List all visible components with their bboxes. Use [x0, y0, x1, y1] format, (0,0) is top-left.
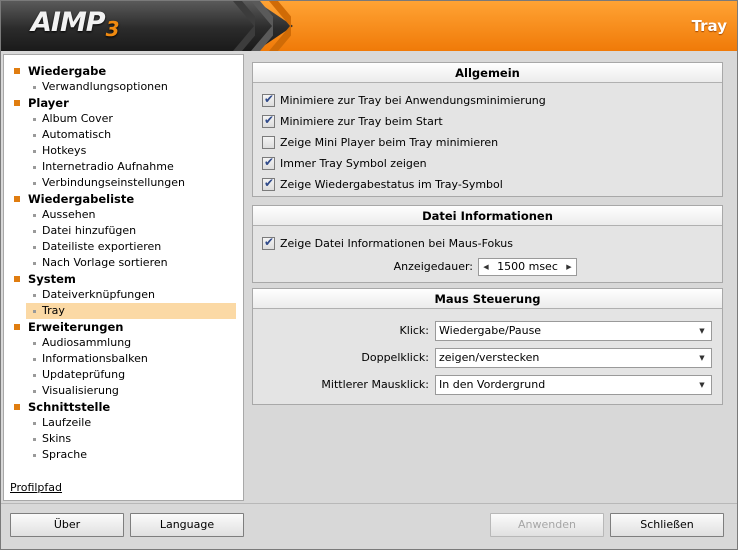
tree-item-dateiverknuepfungen[interactable]: Dateiverknüpfungen	[26, 287, 236, 303]
click-label: Klick:	[399, 324, 429, 337]
button-bar: Über Language Anwenden Schließen	[1, 503, 737, 549]
tree-item-audiosammlung[interactable]: Audiosammlung	[26, 335, 236, 351]
checkbox-minimize-on-start[interactable]: Minimiere zur Tray beim Start	[262, 113, 443, 130]
chevron-down-icon[interactable]: ▼	[694, 323, 710, 339]
arrow-left-icon[interactable]: ◀	[480, 259, 492, 275]
tree-item-internetradio-aufnahme[interactable]: Internetradio Aufnahme	[26, 159, 236, 175]
tree-item-updatepruefung[interactable]: Updateprüfung	[26, 367, 236, 383]
tree-item-dateiliste-exportieren[interactable]: Dateiliste exportieren	[26, 239, 236, 255]
settings-content: Allgemein Minimiere zur Tray bei Anwendu…	[246, 54, 731, 501]
tree-item-visualisierung[interactable]: Visualisierung	[26, 383, 236, 399]
checkbox-mini-player[interactable]: Zeige Mini Player beim Tray minimieren	[262, 135, 498, 151]
checkbox-icon[interactable]	[262, 136, 275, 149]
checkbox-label: Minimiere zur Tray bei Anwendungsminimie…	[280, 94, 546, 107]
tree-category-schnittstelle[interactable]: Schnittstelle	[12, 399, 110, 415]
language-button[interactable]: Language	[130, 513, 244, 537]
group-title: Maus Steuerung	[253, 289, 722, 309]
header-bar: AIMP3 Tray	[1, 1, 737, 51]
tree-category-wiedergabeliste[interactable]: Wiedergabeliste	[12, 191, 134, 207]
checkbox-label: Immer Tray Symbol zeigen	[280, 157, 427, 170]
select-value: Wiedergabe/Pause	[439, 324, 542, 337]
tree-item-verwandlungsoptionen[interactable]: Verwandlungsoptionen	[26, 79, 236, 95]
group-datei-informationen: Datei Informationen Zeige Datei Informat…	[252, 205, 723, 283]
click-action-select[interactable]: Wiedergabe/Pause ▼	[435, 321, 712, 341]
checkbox-icon[interactable]	[262, 113, 275, 128]
checkbox-minimize-to-tray[interactable]: Minimiere zur Tray bei Anwendungsminimie…	[262, 92, 546, 109]
checkbox-label: Minimiere zur Tray beim Start	[280, 115, 443, 128]
tree-category-wiedergabe[interactable]: Wiedergabe	[12, 63, 106, 79]
logo-area: AIMP3	[1, 1, 293, 51]
settings-window: AIMP3 Tray Wiedergabe Verwandlungsoption…	[0, 0, 738, 550]
select-value: zeigen/verstecken	[439, 351, 540, 364]
duration-label: Anzeigedauer:	[393, 260, 473, 273]
duration-spinner[interactable]: ◀ 1500 msec ▶	[478, 258, 577, 276]
logo-version: 3	[105, 17, 120, 41]
middle-click-action-select[interactable]: In den Vordergrund ▼	[435, 375, 712, 395]
checkbox-label: Zeige Wiedergabestatus im Tray-Symbol	[280, 178, 503, 191]
tree-item-aussehen[interactable]: Aussehen	[26, 207, 236, 223]
tree-item-laufzeile[interactable]: Laufzeile	[26, 415, 236, 431]
middle-click-label: Mittlerer Mausklick:	[321, 378, 429, 391]
select-value: In den Vordergrund	[439, 378, 546, 391]
app-logo: AIMP3	[31, 7, 120, 41]
tree-category-system[interactable]: System	[12, 271, 76, 287]
close-button[interactable]: Schließen	[610, 513, 724, 537]
duration-value: 1500 msec	[497, 260, 558, 273]
group-title: Datei Informationen	[253, 206, 722, 226]
tree-item-nach-vorlage-sortieren[interactable]: Nach Vorlage sortieren	[26, 255, 236, 271]
checkbox-icon[interactable]	[262, 235, 275, 250]
tree-item-datei-hinzufuegen[interactable]: Datei hinzufügen	[26, 223, 236, 239]
group-maus-steuerung: Maus Steuerung Klick: Wiedergabe/Pause ▼ …	[252, 288, 723, 405]
double-click-action-select[interactable]: zeigen/verstecken ▼	[435, 348, 712, 368]
checkbox-label: Zeige Datei Informationen bei Maus-Fokus	[280, 237, 513, 250]
group-allgemein: Allgemein Minimiere zur Tray bei Anwendu…	[252, 62, 723, 197]
page-title: Tray	[691, 17, 727, 35]
checkbox-file-info-hover[interactable]: Zeige Datei Informationen bei Maus-Fokus	[262, 235, 513, 252]
chevron-down-icon[interactable]: ▼	[694, 377, 710, 393]
tree-item-album-cover[interactable]: Album Cover	[26, 111, 236, 127]
tree-item-informationsbalken[interactable]: Informationsbalken	[26, 351, 236, 367]
profile-path-link[interactable]: Profilpfad	[10, 481, 62, 494]
checkbox-icon[interactable]	[262, 92, 275, 107]
arrow-right-icon[interactable]: ▶	[563, 259, 575, 275]
checkbox-label: Zeige Mini Player beim Tray minimieren	[280, 136, 499, 149]
chevron-down-icon[interactable]: ▼	[694, 350, 710, 366]
double-click-label: Doppelklick:	[361, 351, 429, 364]
tree-item-sprache[interactable]: Sprache	[26, 447, 236, 463]
group-title: Allgemein	[253, 63, 722, 83]
checkbox-playback-status[interactable]: Zeige Wiedergabestatus im Tray-Symbol	[262, 176, 503, 193]
logo-text: AIMP	[31, 7, 106, 38]
checkbox-always-tray-icon[interactable]: Immer Tray Symbol zeigen	[262, 155, 427, 172]
apply-button[interactable]: Anwenden	[490, 513, 604, 537]
tree-item-hotkeys[interactable]: Hotkeys	[26, 143, 236, 159]
tree-item-skins[interactable]: Skins	[26, 431, 236, 447]
tree-category-player[interactable]: Player	[12, 95, 69, 111]
checkbox-icon[interactable]	[262, 155, 275, 170]
tree-item-automatisch[interactable]: Automatisch	[26, 127, 236, 143]
settings-tree: Wiedergabe Verwandlungsoptionen Player A…	[3, 54, 244, 501]
checkbox-icon[interactable]	[262, 176, 275, 191]
tree-category-erweiterungen[interactable]: Erweiterungen	[12, 319, 123, 335]
tree-item-verbindungseinstellungen[interactable]: Verbindungseinstellungen	[26, 175, 236, 191]
about-button[interactable]: Über	[10, 513, 124, 537]
tree-item-tray[interactable]: Tray	[26, 303, 236, 319]
